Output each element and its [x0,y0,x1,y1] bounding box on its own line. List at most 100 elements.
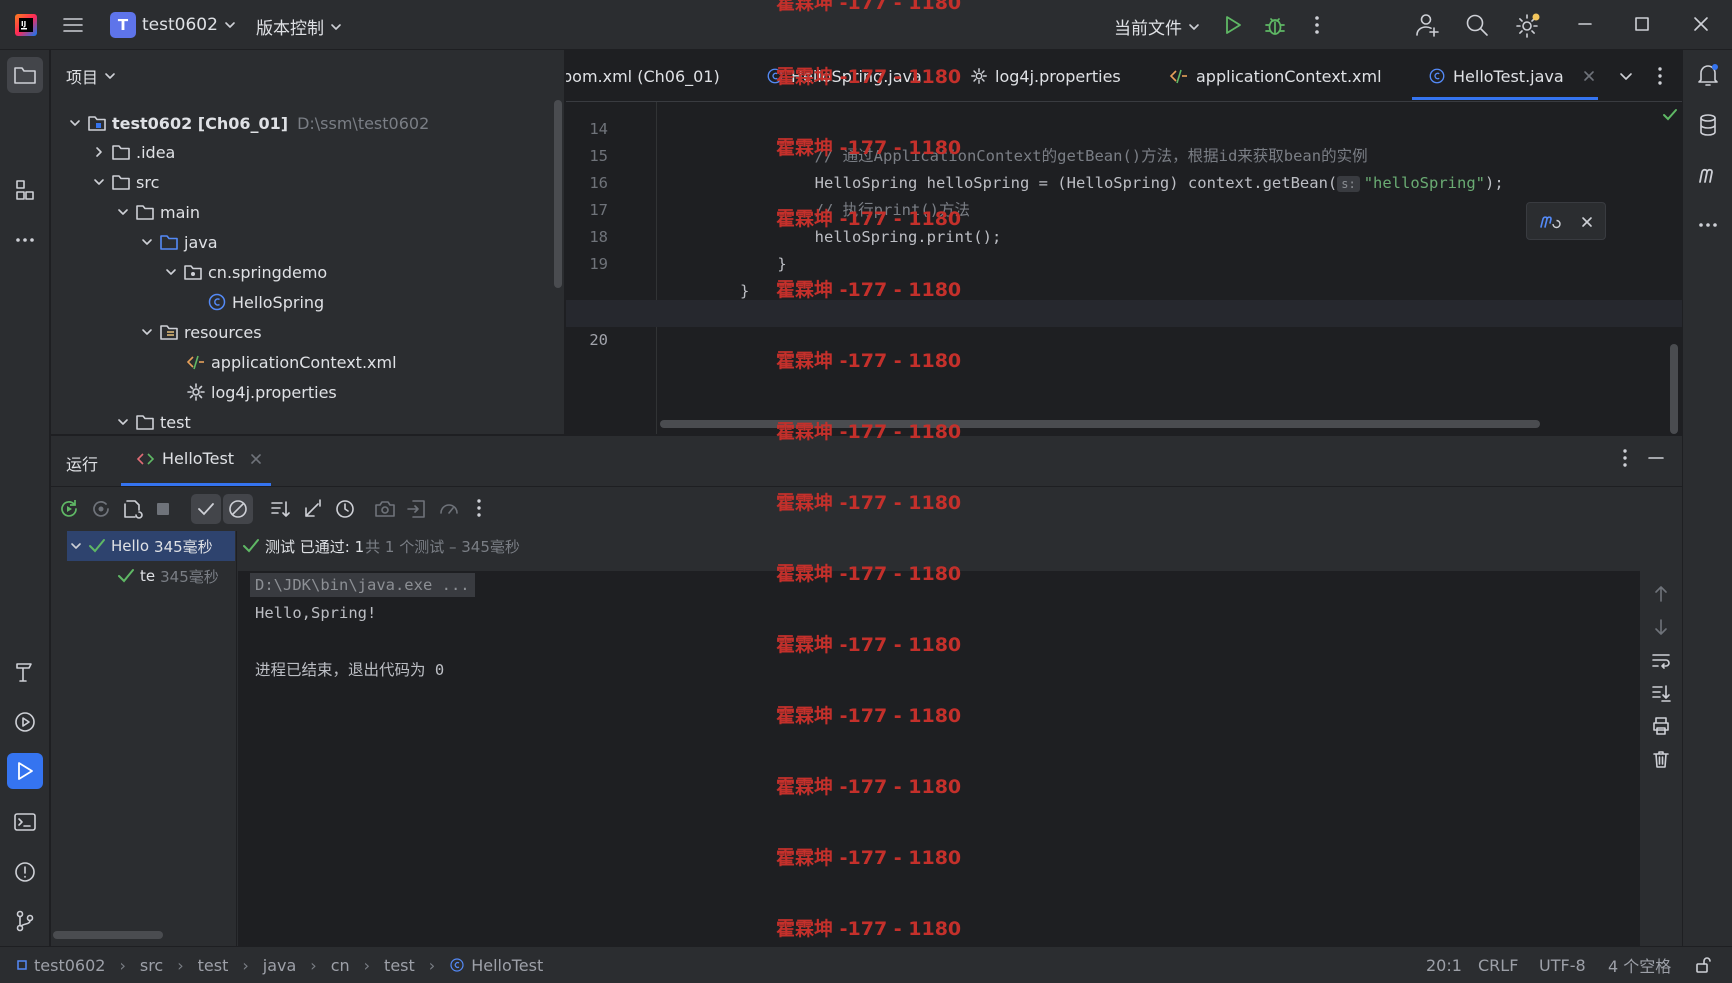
more-tools-right-button[interactable] [1690,207,1726,243]
close-tab-icon[interactable] [1583,70,1595,82]
tree-item-appcontext-xml[interactable]: applicationContext.xml [186,348,397,376]
build-tool-button[interactable] [7,654,43,690]
project-scrollbar[interactable] [554,100,562,288]
problems-tool-button[interactable] [7,854,43,890]
maven-icon [1699,168,1713,183]
project-switcher[interactable]: T test0602 [110,12,236,38]
run-icon[interactable] [1222,14,1244,36]
import-results-icon[interactable] [405,497,429,521]
vertical-scrollbar[interactable] [1670,344,1678,434]
tree-item-hellospring[interactable]: HelloSpring [207,288,324,316]
read-only-toggle[interactable] [1694,947,1712,983]
tree-item-idea[interactable]: .idea [92,138,175,166]
tree-item-project-root[interactable]: test0602 [Ch06_01] D:\ssm\test0602 [68,109,429,137]
code-line-19: 19 } [566,224,1682,300]
services-tool-button[interactable] [7,704,43,740]
structure-tool-button[interactable] [7,172,43,208]
tree-item-main[interactable]: main [116,198,200,226]
breadcrumb-item[interactable]: cn [331,956,350,975]
file-encoding[interactable]: UTF-8 [1539,947,1586,983]
close-tab-icon[interactable] [250,453,262,465]
run-toolbar-more-icon[interactable] [473,498,485,518]
maximize-window-icon[interactable] [1633,15,1651,33]
code-area[interactable]: 14 // 通过ApplicationContext的getBean()方法，根… [566,102,1682,434]
debug-icon[interactable] [1264,13,1286,37]
run-config-selector[interactable]: 当前文件 [1114,14,1200,39]
tree-item-java[interactable]: java [140,228,218,256]
collapse-all-icon[interactable] [301,497,325,521]
breadcrumb-item[interactable]: java [263,956,297,975]
terminal-tool-button[interactable] [7,804,43,840]
soft-wrap-icon[interactable] [1651,651,1671,671]
show-ignored-toggle[interactable] [223,494,253,524]
add-user-icon[interactable] [1414,12,1440,38]
minimize-window-icon[interactable] [1576,14,1594,34]
tree-item-src[interactable]: src [92,168,159,196]
tree-item-log4j[interactable]: log4j.properties [186,378,337,406]
tabs-dropdown-icon[interactable] [1618,68,1634,84]
notifications-button[interactable] [1690,57,1726,93]
breadcrumb-separator: › [242,955,249,975]
tree-horizontal-scrollbar[interactable] [53,931,163,939]
chevron-right-icon [96,147,102,157]
test-node-root[interactable]: Hello 345毫秒 [69,532,213,560]
scroll-down-icon[interactable] [1652,617,1670,637]
run-tab-hellotest[interactable]: HelloTest [136,449,262,468]
chevron-down-icon [71,543,81,549]
breadcrumb-item[interactable]: test0602 [34,956,105,975]
tree-item-test[interactable]: test [116,408,191,434]
project-panel-header[interactable]: 项目 [66,64,116,88]
settings-gear-icon[interactable] [1514,12,1542,40]
console-command-line[interactable]: D:\JDK\bin\java.exe ... [250,573,475,597]
main-menu-icon[interactable] [62,14,84,36]
toggle-auto-test-icon[interactable] [121,497,145,521]
watermark-text: 霍霖坤 -177 - 1180 [776,208,962,230]
breadcrumb-item[interactable]: HelloTest [471,956,543,975]
rerun-icon[interactable] [57,497,81,521]
project-tool-button[interactable] [7,57,43,93]
search-icon[interactable] [1464,12,1490,38]
editor-more-icon[interactable] [1654,66,1666,86]
coverage-icon[interactable] [437,497,461,521]
print-icon[interactable] [1651,716,1671,736]
intellij-logo-icon[interactable]: IJ [14,13,38,37]
more-actions-icon[interactable] [1310,14,1324,36]
watermark-text: 霍霖坤 -177 - 1180 [776,350,962,372]
stop-icon[interactable] [153,499,173,519]
tree-item-package[interactable]: cn.springdemo [164,258,327,286]
git-tool-button[interactable] [7,903,43,939]
maven-tool-button[interactable] [1690,157,1726,193]
caret-position[interactable]: 20:1 [1426,947,1462,983]
run-tool-button[interactable] [7,753,43,789]
show-passed-toggle[interactable] [191,494,221,524]
hide-panel-icon[interactable] [1647,448,1665,468]
test-name: Hello [111,537,150,555]
scroll-to-end-icon[interactable] [1651,683,1671,703]
maven-reload-icon[interactable] [1539,212,1561,232]
screenshot-icon[interactable] [373,497,397,521]
more-tools-button[interactable] [7,222,43,258]
history-icon[interactable] [333,497,357,521]
database-tool-button[interactable] [1690,107,1726,143]
breadcrumb-item[interactable]: test [198,956,229,975]
scroll-up-icon[interactable] [1652,584,1670,604]
rerun-failed-icon[interactable] [89,497,113,521]
console-output[interactable]: D:\JDK\bin\java.exe ... Hello,Spring! 进程… [238,571,1640,946]
clear-all-icon[interactable] [1651,749,1671,769]
sort-icon[interactable] [269,497,293,521]
project-panel: 项目 test0602 [Ch06_01] D:\ssm\test0602 .i… [51,50,565,434]
tree-item-resources[interactable]: resources [140,318,262,346]
breadcrumb-item[interactable]: src [140,956,163,975]
inspection-ok-icon[interactable] [1662,108,1678,122]
close-popup-icon[interactable] [1581,216,1593,228]
test-node-method[interactable]: te 345毫秒 [117,562,219,590]
run-panel-more-icon[interactable] [1619,448,1631,468]
line-separator[interactable]: CRLF [1478,947,1518,983]
vcs-menu[interactable]: 版本控制 [256,14,342,39]
class-icon [450,958,464,972]
close-window-icon[interactable] [1692,15,1710,33]
breadcrumb-item[interactable]: test [384,956,415,975]
indent-setting[interactable]: 4 个空格 [1608,947,1671,983]
tree-label: resources [184,322,262,342]
chevron-down-icon [118,419,128,425]
